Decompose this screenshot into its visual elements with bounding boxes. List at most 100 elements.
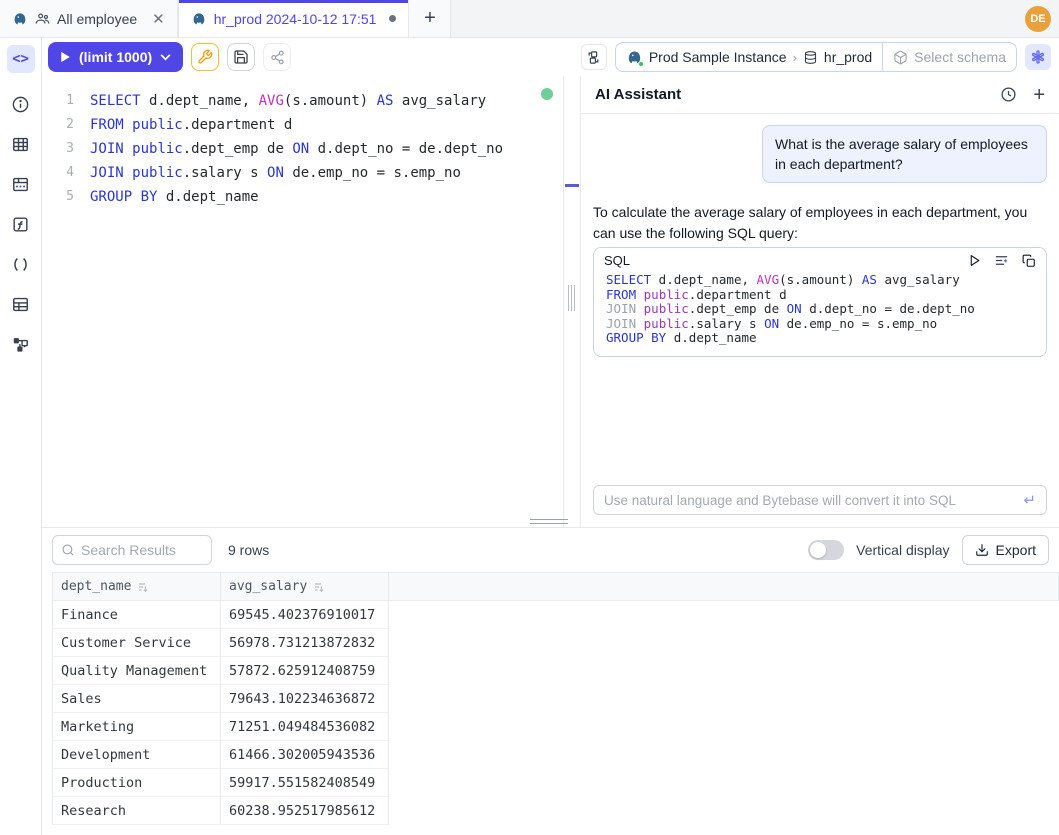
table-row: Quality Management57872.625912408759	[52, 657, 1059, 685]
insert-code-icon[interactable]	[994, 253, 1009, 268]
table-cell[interactable]: 79643.102234636872	[221, 685, 389, 713]
row-count: 9 rows	[228, 542, 269, 558]
ai-answer-text: To calculate the average salary of emplo…	[593, 202, 1047, 244]
table-row: Sales79643.102234636872	[52, 685, 1059, 713]
table-cell[interactable]: 57872.625912408759	[221, 657, 389, 685]
ai-code-line: FROM public.department d	[606, 288, 1036, 303]
panel-gutter	[563, 76, 580, 527]
connection-picker[interactable]: Prod Sample Instance › hr_prod Select sc…	[615, 42, 1017, 72]
table-cell[interactable]: Production	[53, 769, 221, 797]
ai-assistant-header: AI Assistant +	[581, 76, 1059, 114]
column-header-avg_salary[interactable]: avg_salary	[221, 573, 389, 600]
export-button[interactable]: Export	[962, 535, 1049, 565]
schema-diagram-icon[interactable]	[7, 330, 35, 358]
database-icon	[803, 50, 818, 65]
new-tab-button[interactable]: +	[409, 0, 451, 37]
table-secondary-icon[interactable]	[7, 290, 35, 318]
table-cell[interactable]: 60238.952517985612	[221, 797, 389, 825]
table-cell[interactable]: Development	[53, 741, 221, 769]
code-line[interactable]: 4JOIN public.salary s ON de.emp_no = s.e…	[42, 161, 563, 185]
sort-icon[interactable]	[137, 581, 149, 593]
table-cell[interactable]: Customer Service	[53, 629, 221, 657]
unsaved-dot	[389, 15, 396, 22]
code-line[interactable]: 2FROM public.department d	[42, 113, 563, 137]
function-icon[interactable]	[7, 210, 35, 238]
user-question-bubble: What is the average salary of employees …	[762, 125, 1047, 183]
run-query-button[interactable]: (limit 1000)	[48, 42, 183, 72]
code-line[interactable]: 3JOIN public.dept_emp de ON d.dept_no = …	[42, 137, 563, 161]
breadcrumb-separator: ›	[793, 50, 797, 65]
ai-assistant-panel: AI Assistant + What is the average salar…	[580, 76, 1059, 527]
table-cell[interactable]: Research	[53, 797, 221, 825]
openai-icon	[1030, 49, 1046, 65]
tab-bar: All employee ✕ hr_prod 2024-10-12 17:51 …	[0, 0, 1059, 38]
vertical-display-label: Vertical display	[856, 542, 949, 558]
submit-return-icon[interactable]: ↵	[1023, 491, 1036, 509]
share-icon	[270, 50, 285, 65]
table-row: Production59917.551582408549	[52, 769, 1059, 797]
table-cell[interactable]: 71251.049484536082	[221, 713, 389, 741]
tab-label: All employee	[57, 11, 137, 27]
table-cell[interactable]: Finance	[53, 601, 221, 629]
share-sheet-button[interactable]	[263, 43, 291, 71]
ai-code-line: SELECT d.dept_name, AVG(s.amount) AS avg…	[606, 273, 1036, 288]
table-cell[interactable]: 61466.302005943536	[221, 741, 389, 769]
ai-chat-area: What is the average salary of employees …	[581, 114, 1059, 357]
instance-database-segment[interactable]: Prod Sample Instance › hr_prod	[616, 43, 882, 71]
table-icon[interactable]	[7, 130, 35, 158]
ai-input-container: ↵	[593, 485, 1047, 515]
table-row: Finance69545.402376910017	[52, 601, 1059, 629]
horizontal-resize-handle[interactable]	[530, 519, 568, 527]
table-cell[interactable]: Marketing	[53, 713, 221, 741]
editor-status-dot	[541, 88, 553, 100]
new-chat-icon[interactable]: +	[1033, 85, 1045, 105]
sort-icon[interactable]	[313, 581, 325, 593]
table-cell[interactable]: 69545.402376910017	[221, 601, 389, 629]
sql-editor-code-icon[interactable]: <>	[7, 45, 35, 73]
postgres-icon	[12, 11, 28, 27]
results-panel: 9 rows Vertical display Export dept_name…	[42, 527, 1059, 835]
parentheses-icon[interactable]	[7, 250, 35, 278]
vertical-resize-handle[interactable]	[568, 285, 575, 311]
code-line[interactable]: 1SELECT d.dept_name, AVG(s.amount) AS av…	[42, 89, 563, 113]
info-icon[interactable]	[7, 90, 35, 118]
user-avatar[interactable]: DE	[1025, 6, 1051, 32]
copy-icon[interactable]	[1022, 254, 1036, 268]
ai-code-line: JOIN public.salary s ON de.emp_no = s.em…	[606, 317, 1036, 332]
database-name: hr_prod	[824, 49, 872, 65]
table-row: Development61466.302005943536	[52, 741, 1059, 769]
tab-hr-prod[interactable]: hr_prod 2024-10-12 17:51	[178, 0, 410, 37]
ai-prompt-input[interactable]	[604, 493, 1023, 508]
table-cell[interactable]: Sales	[53, 685, 221, 713]
schema-placeholder: Select schema	[914, 49, 1006, 65]
table-cell[interactable]: Quality Management	[53, 657, 221, 685]
history-clock-icon[interactable]	[1000, 86, 1017, 103]
search-results-input[interactable]	[81, 542, 191, 558]
table-row: Research60238.952517985612	[52, 797, 1059, 825]
column-header-dept_name[interactable]: dept_name	[53, 573, 221, 600]
close-icon[interactable]: ✕	[152, 10, 165, 28]
sql-card-label: SQL	[604, 253, 630, 268]
vertical-display-toggle[interactable]	[808, 540, 844, 560]
table-cell[interactable]: 56978.731213872832	[221, 629, 389, 657]
code-line[interactable]: 5GROUP BY d.dept_name	[42, 185, 563, 209]
run-code-icon[interactable]	[968, 254, 981, 267]
shared-sheet-icon	[35, 11, 50, 26]
table-cell[interactable]: 59917.551582408549	[221, 769, 389, 797]
save-icon	[233, 49, 249, 65]
tab-all-employee[interactable]: All employee ✕	[0, 0, 178, 37]
table-detail-icon[interactable]	[7, 170, 35, 198]
sql-editor[interactable]: 1SELECT d.dept_name, AVG(s.amount) AS av…	[42, 76, 563, 527]
batch-mode-button[interactable]	[581, 44, 607, 70]
table-row: Customer Service56978.731213872832	[52, 629, 1059, 657]
ai-sql-code[interactable]: SELECT d.dept_name, AVG(s.amount) AS avg…	[594, 270, 1046, 356]
schema-cube-icon	[893, 50, 908, 65]
schema-select[interactable]: Select schema	[882, 43, 1016, 71]
save-sheet-button[interactable]	[227, 43, 255, 71]
format-sql-button[interactable]	[191, 43, 219, 71]
postgres-icon	[191, 11, 207, 27]
connection-status-dot	[638, 61, 644, 67]
results-grid: dept_nameavg_salaryFinance69545.40237691…	[52, 572, 1059, 825]
line-number: 1	[42, 89, 90, 113]
openai-assistant-button[interactable]	[1025, 44, 1051, 70]
